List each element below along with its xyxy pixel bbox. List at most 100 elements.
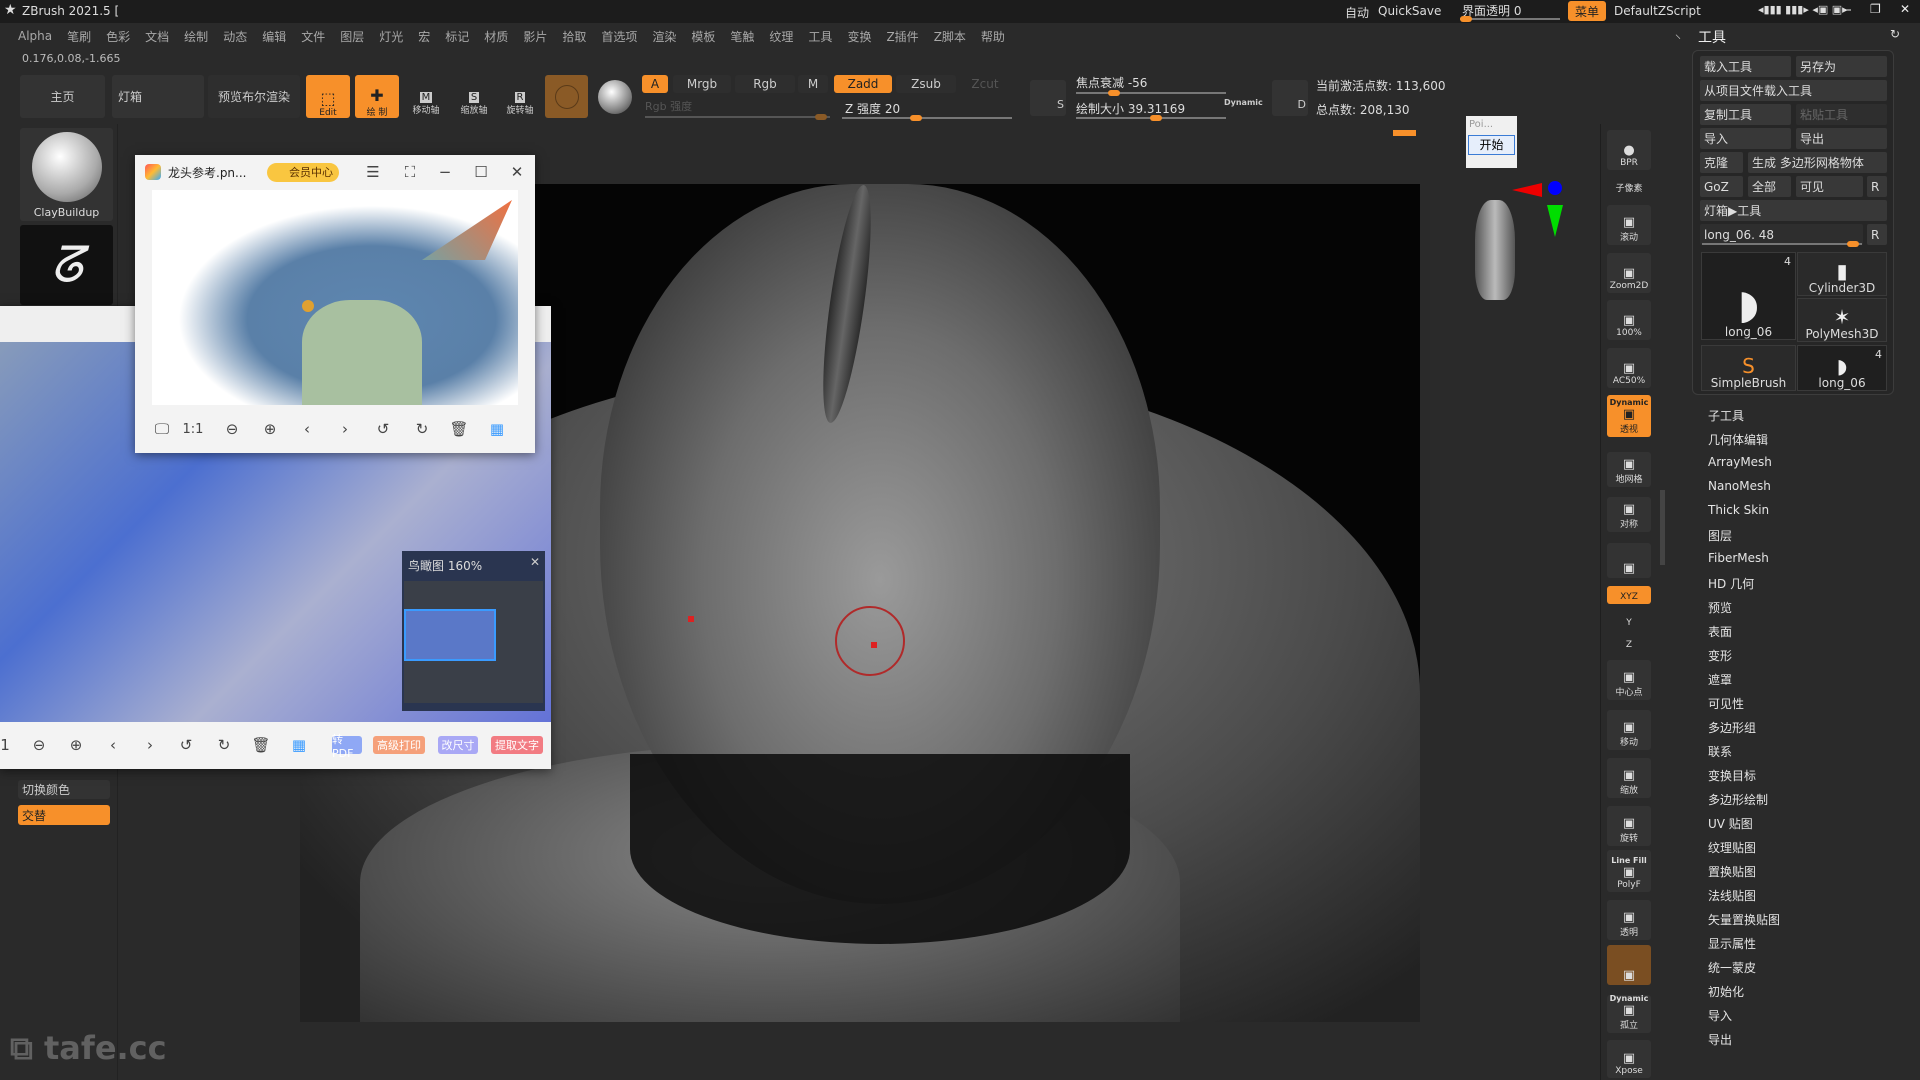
shelf-对称[interactable]: ▣ 对称 xyxy=(1607,497,1651,532)
zoom-in-icon[interactable]: ⊕ xyxy=(63,732,89,758)
focal-shift-slider[interactable] xyxy=(1076,90,1226,96)
lightbox-tool-button[interactable]: 灯箱▶工具 xyxy=(1700,200,1887,221)
shelf-polyf[interactable]: Line Fill ▣ PolyF xyxy=(1607,850,1651,892)
orientation-head-gizmo[interactable] xyxy=(1475,200,1515,300)
tool-section-2[interactable]: ArrayMesh xyxy=(1708,455,1772,469)
menu-item[interactable]: 材质 xyxy=(484,28,508,45)
zadd-button[interactable]: Zadd xyxy=(834,75,892,93)
extract-text-button[interactable]: 提取文字 xyxy=(491,736,543,754)
grid-icon[interactable]: ▦ xyxy=(286,732,312,758)
home-button[interactable]: 主页 xyxy=(20,75,105,118)
tool-section-19[interactable]: 置换贴图 xyxy=(1708,863,1756,880)
quicksave-button[interactable]: QuickSave xyxy=(1378,4,1441,18)
shelf-100-[interactable]: ▣ 100% xyxy=(1607,300,1651,340)
shelf-孤立[interactable]: Dynamic ▣ 孤立 xyxy=(1607,994,1651,1033)
menu-item[interactable]: Z脚本 xyxy=(934,28,966,45)
resize-button[interactable]: 改尺寸 xyxy=(438,736,478,754)
spotlight-s-button[interactable]: S xyxy=(1030,80,1066,116)
next-icon[interactable]: › xyxy=(332,416,358,442)
import-button[interactable]: 导入 xyxy=(1700,128,1791,149)
close-icon[interactable]: ✕ xyxy=(504,159,530,185)
default-zscript[interactable]: DefaultZScript xyxy=(1614,4,1701,18)
tool-thumb[interactable]: ✶ PolyMesh3D xyxy=(1797,298,1887,342)
rotate-right-icon[interactable]: ↻ xyxy=(211,732,237,758)
panel-reset-icon[interactable]: ↻ xyxy=(1890,27,1900,41)
lightbox-button[interactable]: 灯箱 xyxy=(112,75,204,118)
zoom-out-icon[interactable]: ⊖ xyxy=(219,416,245,442)
grid-icon[interactable]: ▦ xyxy=(484,416,510,442)
zsub-button[interactable]: Zsub xyxy=(896,75,956,93)
shelf-bpr[interactable]: ● BPR xyxy=(1607,130,1651,170)
menu-item[interactable]: 笔触 xyxy=(730,28,754,45)
switch-color-button[interactable]: 切换颜色 xyxy=(18,780,110,799)
a-button[interactable]: A xyxy=(642,75,668,93)
rotate-left-icon[interactable]: ↺ xyxy=(173,732,199,758)
tool-section-3[interactable]: NanoMesh xyxy=(1708,479,1771,493)
shelf-z[interactable]: Z xyxy=(1607,632,1651,652)
menu-item[interactable]: 纹理 xyxy=(769,28,793,45)
alternate-button[interactable]: 交替 xyxy=(18,805,110,825)
menu-item[interactable]: 影片 xyxy=(523,28,547,45)
shelf-xpose[interactable]: ▣ Xpose xyxy=(1607,1040,1651,1078)
tool-section-8[interactable]: 预览 xyxy=(1708,599,1732,616)
goz-visible-button[interactable]: 可见 xyxy=(1796,176,1863,197)
m-button[interactable]: M xyxy=(798,75,828,93)
menu-item[interactable]: 帮助 xyxy=(981,28,1005,45)
standard-brush-sphere-icon[interactable] xyxy=(598,80,632,114)
shelf-透明[interactable]: ▣ 透明 xyxy=(1607,900,1651,940)
tool-section-18[interactable]: 纹理贴图 xyxy=(1708,839,1756,856)
delete-icon[interactable]: 🗑 xyxy=(248,732,274,758)
tool-section-22[interactable]: 显示属性 xyxy=(1708,935,1756,952)
material-button[interactable] xyxy=(545,75,588,118)
tool-section-12[interactable]: 可见性 xyxy=(1708,695,1744,712)
current-tool-slider[interactable]: long_06. 48 xyxy=(1700,224,1863,247)
tool-section-14[interactable]: 联系 xyxy=(1708,743,1732,760)
shelf-旋转[interactable]: ▣ 旋转 xyxy=(1607,806,1651,846)
paste-tool-button[interactable]: 粘贴工具 xyxy=(1796,104,1887,125)
menu-item[interactable]: 动态 xyxy=(223,28,247,45)
mrgb-button[interactable]: Mrgb xyxy=(673,75,731,93)
tool-section-16[interactable]: 多边形绘制 xyxy=(1708,791,1768,808)
tool-thumb[interactable]: S SimpleBrush xyxy=(1701,345,1796,391)
d-button[interactable]: D xyxy=(1272,80,1308,116)
one-to-one-button[interactable]: 1 xyxy=(0,732,18,758)
load-from-project-button[interactable]: 从项目文件载入工具 xyxy=(1700,80,1887,101)
menu-item[interactable]: 变换 xyxy=(847,28,871,45)
fullscreen-icon[interactable]: ⛶ xyxy=(397,159,423,185)
load-tool-button[interactable]: 载入工具 xyxy=(1700,56,1791,77)
tool-section-9[interactable]: 表面 xyxy=(1708,623,1732,640)
tool-thumb[interactable]: ◗ long_06 4 xyxy=(1701,252,1796,340)
menu-item[interactable]: Z插件 xyxy=(886,28,918,45)
current-tool-r-button[interactable]: R xyxy=(1867,224,1887,245)
menu-icon[interactable]: ☰ xyxy=(360,159,386,185)
tool-section-17[interactable]: UV 贴图 xyxy=(1708,815,1753,832)
delete-icon[interactable]: 🗑 xyxy=(446,416,472,442)
minimize-icon[interactable]: ⎯ xyxy=(1845,2,1851,17)
menu-button[interactable]: 菜单 xyxy=(1568,1,1606,21)
menu-item[interactable]: Alpha xyxy=(18,29,52,43)
prev-icon[interactable]: ‹ xyxy=(294,416,320,442)
rgb-button[interactable]: Rgb xyxy=(735,75,795,93)
shelf-缩放[interactable]: ▣ 缩放 xyxy=(1607,758,1651,798)
prev-icon[interactable]: ‹ xyxy=(100,732,126,758)
tool-section-26[interactable]: 导出 xyxy=(1708,1031,1732,1048)
menu-item[interactable]: 工具 xyxy=(808,28,832,45)
tool-section-4[interactable]: Thick Skin xyxy=(1708,503,1769,517)
clone-button[interactable]: 克隆 xyxy=(1700,152,1743,173)
image-viewer-front[interactable]: 龙头参考.pn... 会员中心 ☰ ⛶ − ☐ ✕ 🖵 1:1 ⊖ ⊕ ‹ › … xyxy=(135,155,535,453)
tool-pin-icon[interactable]: ⸜ xyxy=(1675,25,1681,42)
shelf-scrollbar[interactable] xyxy=(1660,490,1665,565)
tool-section-23[interactable]: 统一蒙皮 xyxy=(1708,959,1756,976)
menu-item[interactable]: 渲染 xyxy=(652,28,676,45)
edit-button[interactable]: ⬚ Edit xyxy=(306,75,350,118)
copy-tool-button[interactable]: 复制工具 xyxy=(1700,104,1791,125)
menu-item[interactable]: 绘制 xyxy=(184,28,208,45)
tool-section-13[interactable]: 多边形组 xyxy=(1708,719,1756,736)
tool-section-0[interactable]: 子工具 xyxy=(1708,407,1744,424)
tool-section-15[interactable]: 变换目标 xyxy=(1708,767,1756,784)
layout-arrows-icon[interactable]: ◂▮▮▮ ▮▮▮▸ ◂▣ ▣▸ xyxy=(1758,3,1848,16)
zcut-button[interactable]: Zcut xyxy=(960,75,1010,93)
goz-all-button[interactable]: 全部 xyxy=(1748,176,1791,197)
draw-button[interactable]: ✚ 绘 制 xyxy=(355,75,399,118)
dynamic-toggle[interactable]: Dynamic xyxy=(1224,98,1263,107)
